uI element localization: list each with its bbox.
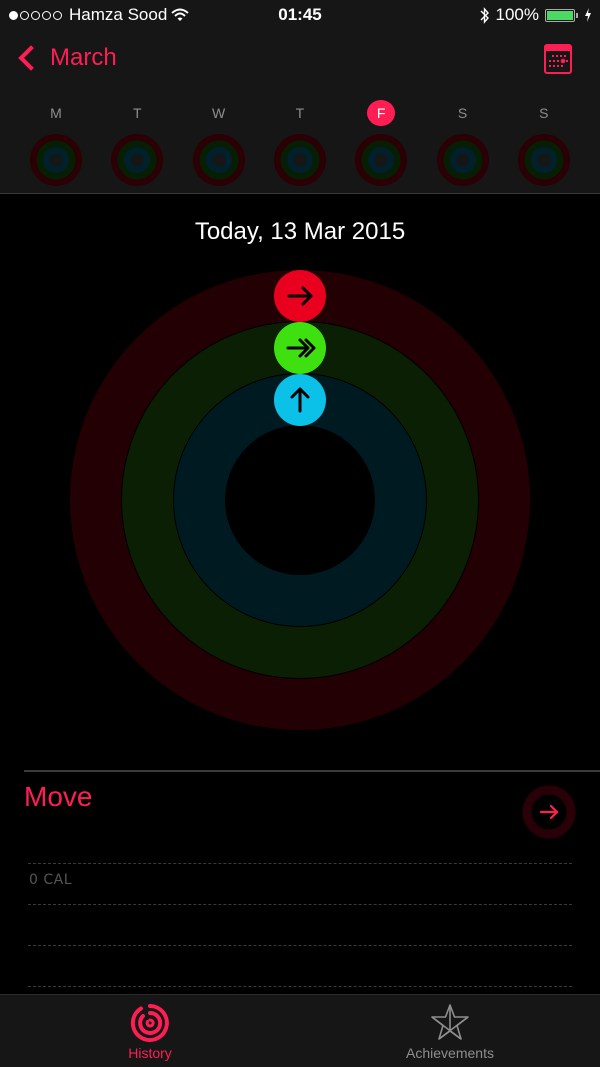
day-label: S: [457, 105, 468, 121]
day-2[interactable]: W: [184, 92, 254, 190]
chart-gridline: [28, 945, 572, 946]
mini-ring: [42, 146, 69, 173]
chart-gridline: [28, 863, 572, 864]
calories-value: 0 CAL: [29, 872, 73, 888]
day-label: T: [133, 105, 142, 121]
stand-ring-cap: [274, 374, 326, 426]
history-rings-icon: [130, 1004, 169, 1042]
mini-ring: [124, 146, 151, 173]
mini-ring: [286, 146, 313, 173]
section-divider: [24, 770, 600, 772]
chevron-left-icon: [18, 45, 44, 71]
move-ring-cap: [274, 270, 326, 322]
mini-ring: [205, 146, 232, 173]
chart-gridline: [28, 904, 572, 905]
day-label: F: [367, 100, 396, 126]
day-mini-rings: [273, 133, 326, 187]
tab-history-label: History: [128, 1045, 172, 1061]
back-button[interactable]: March: [16, 44, 117, 72]
battery-icon: [545, 8, 578, 22]
move-section-title: Move: [24, 781, 93, 812]
tab-history[interactable]: History: [0, 995, 300, 1067]
back-button-label: March: [50, 44, 117, 71]
day-label: W: [211, 105, 226, 121]
ring-edge: [225, 425, 375, 575]
day-5[interactable]: S: [428, 92, 498, 190]
day-4[interactable]: F: [346, 92, 416, 190]
day-label: S: [539, 105, 549, 121]
mini-ring: [530, 146, 557, 173]
tab-bar: History Achievements: [0, 994, 600, 1067]
charging-bolt-icon: [585, 8, 591, 22]
day-mini-rings: [192, 133, 245, 187]
tab-achievements[interactable]: Achievements: [300, 995, 600, 1067]
navigation-bar: March: [0, 32, 600, 92]
day-label: T: [295, 105, 305, 121]
stand-ring-track: [174, 374, 426, 626]
arrow-right-icon: [539, 804, 559, 820]
star-icon: [431, 1004, 469, 1040]
day-mini-rings: [355, 133, 408, 187]
day-mini-rings: [436, 133, 489, 187]
day-label: M: [50, 105, 62, 121]
move-ring-button[interactable]: [521, 784, 577, 840]
activity-rings[interactable]: [0, 240, 600, 760]
chart-gridline: [28, 986, 572, 987]
day-mini-rings: [29, 133, 83, 187]
day-0[interactable]: M: [21, 92, 91, 190]
day-1[interactable]: T: [102, 92, 172, 190]
day-6[interactable]: S: [509, 92, 579, 190]
status-bar: Hamza Sood 01:45 100%: [0, 0, 600, 32]
mini-ring: [368, 146, 395, 173]
tab-achievements-label: Achievements: [406, 1045, 494, 1061]
exercise-ring-cap: [274, 322, 326, 374]
week-strip: MTWTFSS: [0, 92, 600, 194]
day-mini-rings: [111, 133, 164, 187]
day-mini-rings: [517, 133, 570, 187]
calendar-icon[interactable]: [544, 44, 572, 74]
mini-ring: [449, 146, 476, 173]
day-3[interactable]: T: [265, 92, 335, 190]
battery-percent: 100%: [495, 5, 539, 24]
bluetooth-icon: [480, 6, 489, 24]
